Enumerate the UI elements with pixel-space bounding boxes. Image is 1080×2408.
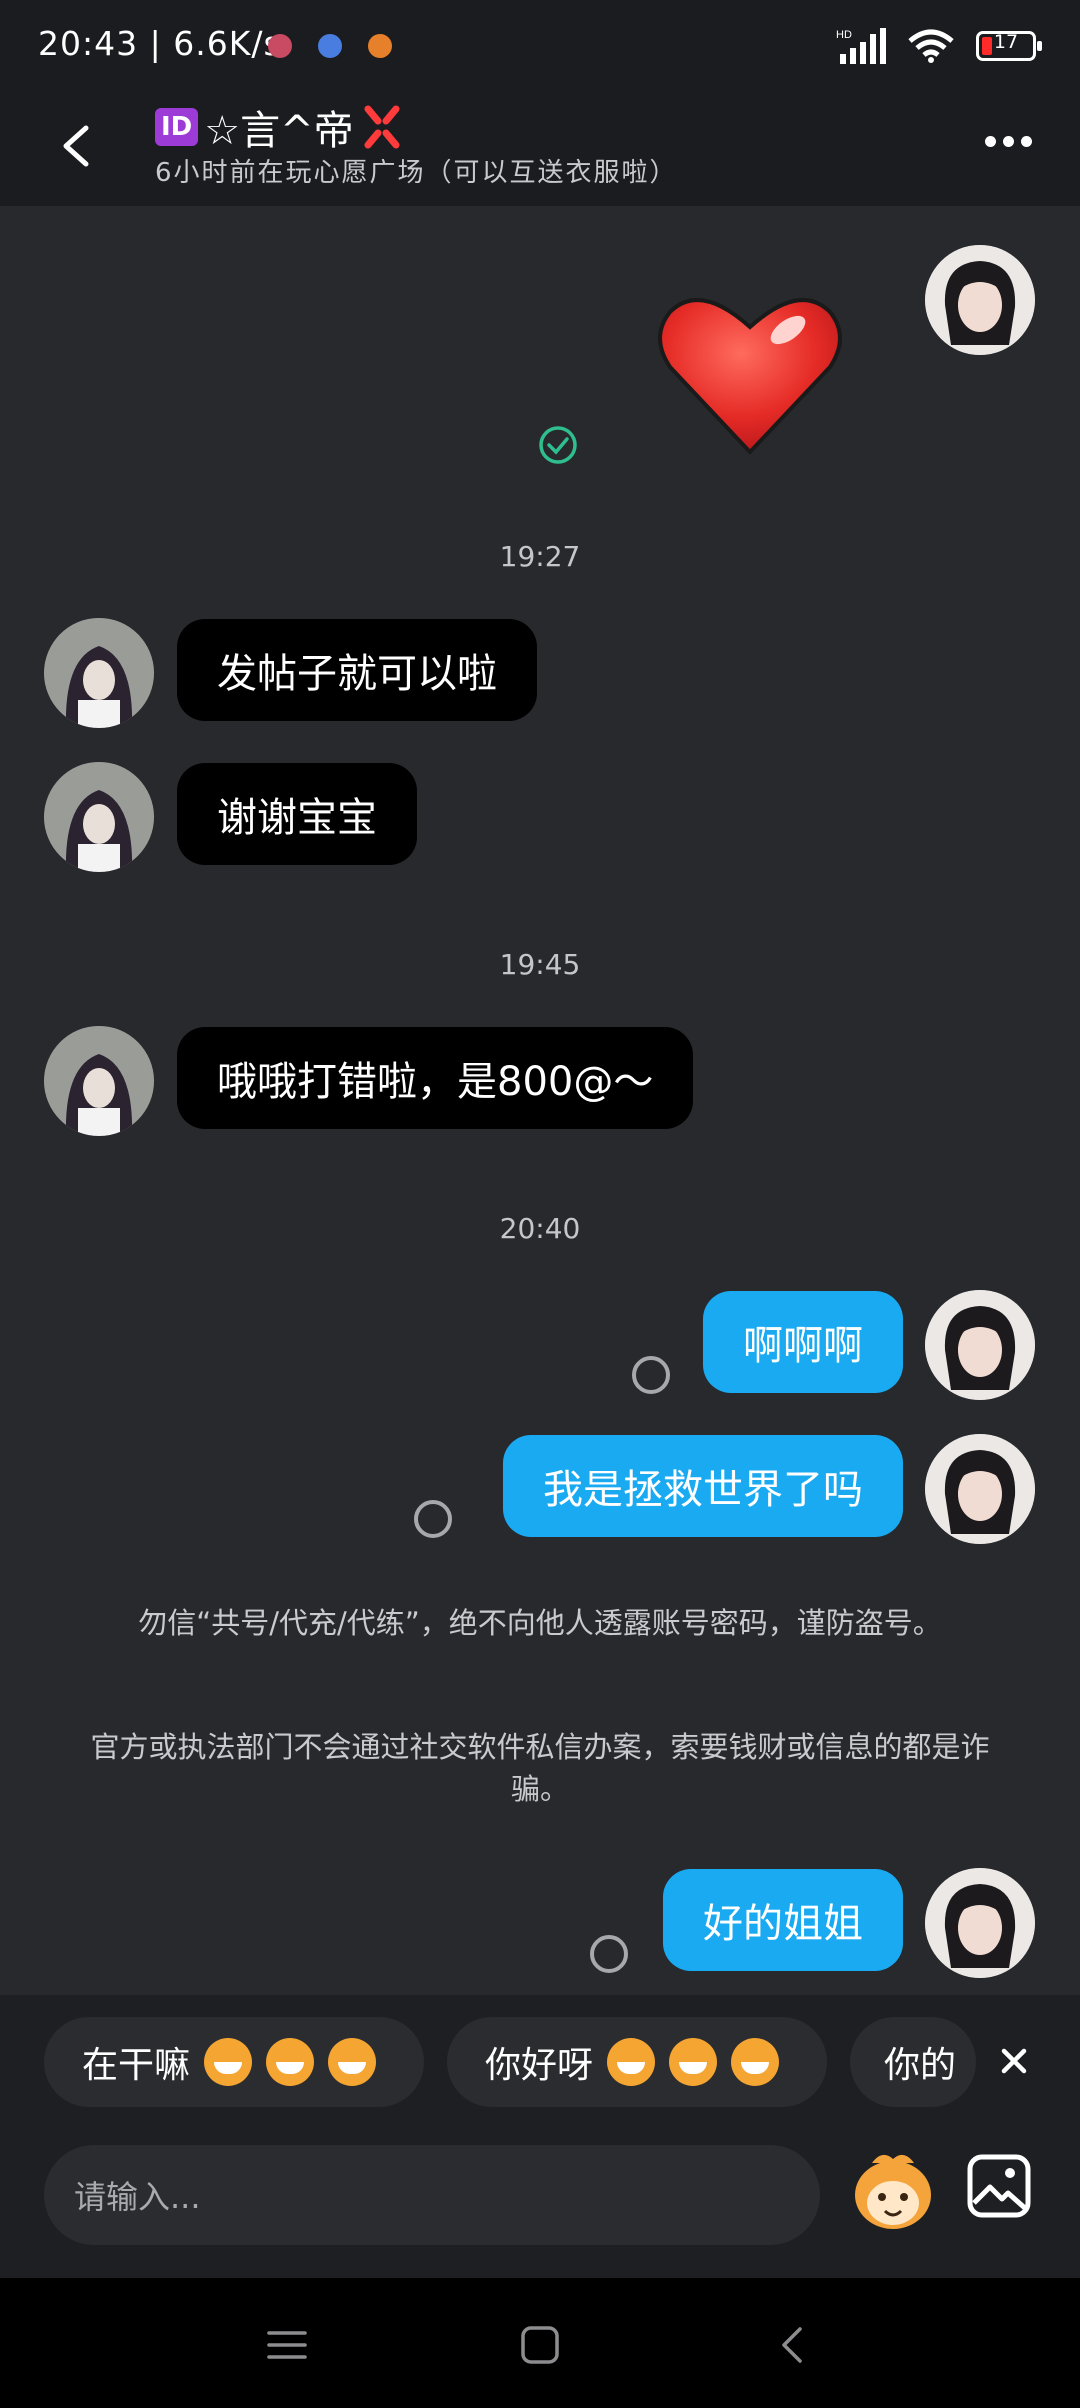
grin-monkey-icon bbox=[328, 2038, 377, 2086]
grin-monkey-icon bbox=[266, 2038, 315, 2086]
status-indicators: HD 17 bbox=[836, 28, 1042, 64]
read-check-icon bbox=[539, 426, 577, 464]
clock: 20:43 bbox=[38, 24, 139, 63]
quick-reply-chip[interactable]: 在干嘛 bbox=[44, 2017, 424, 2107]
system-nav-bar bbox=[0, 2278, 1080, 2408]
message-bubble-sent[interactable]: 啊啊啊 bbox=[703, 1291, 903, 1393]
battery-level: 17 bbox=[993, 31, 1019, 53]
message-bubble-received[interactable]: 谢谢宝宝 bbox=[177, 763, 417, 865]
chat-header: ID ☆言^帝 6小时前在玩心愿广场（可以互送衣服啦） bbox=[0, 96, 1080, 206]
message-bubble-received[interactable]: 发帖子就可以啦 bbox=[177, 619, 537, 721]
curious-monkey-icon bbox=[607, 2038, 656, 2086]
wifi-icon bbox=[908, 29, 954, 63]
unread-indicator bbox=[414, 1500, 452, 1538]
battery-icon: 17 bbox=[976, 31, 1042, 61]
network-speed: 6.6K/s bbox=[173, 24, 282, 63]
security-notice: 勿信“共号/代充/代练”，绝不向他人透露账号密码，谨防盗号。 bbox=[138, 1606, 942, 1640]
close-icon[interactable] bbox=[994, 2041, 1034, 2081]
self-avatar[interactable] bbox=[925, 245, 1035, 355]
unread-indicator bbox=[590, 1935, 628, 1973]
contact-avatar[interactable] bbox=[44, 762, 154, 872]
menu-icon[interactable] bbox=[265, 2323, 309, 2367]
contact-status: 6小时前在玩心愿广场（可以互送衣服啦） bbox=[155, 158, 678, 188]
home-icon[interactable] bbox=[518, 2323, 562, 2367]
contact-avatar[interactable] bbox=[44, 618, 154, 728]
anger-emoji-icon bbox=[364, 105, 400, 149]
quick-reply-chip[interactable]: 你好呀 bbox=[447, 2017, 827, 2107]
curious-monkey-icon bbox=[669, 2038, 718, 2086]
unread-indicator bbox=[632, 1356, 670, 1394]
self-avatar[interactable] bbox=[925, 1290, 1035, 1400]
quick-reply-bar: 在干嘛 你好呀 你的 bbox=[0, 1995, 1080, 2135]
message-bubble-sent[interactable]: 好的姐姐 bbox=[663, 1869, 903, 1971]
curious-monkey-icon bbox=[731, 2038, 780, 2086]
app-notification-icon bbox=[368, 34, 392, 58]
contact-name-text: ☆言^帝 bbox=[204, 108, 354, 154]
back-nav-icon[interactable] bbox=[772, 2323, 816, 2367]
timestamp: 19:27 bbox=[499, 540, 581, 573]
app-notification-icon bbox=[268, 34, 292, 58]
fraud-notice: 官方或执法部门不会通过社交软件私信办案，索要钱财或信息的都是诈骗。 bbox=[90, 1730, 990, 1806]
self-avatar[interactable] bbox=[925, 1434, 1035, 1544]
message-bubble-received[interactable]: 哦哦打错啦，是800@～ bbox=[177, 1027, 694, 1129]
contact-name[interactable]: ID ☆言^帝 bbox=[155, 98, 404, 156]
back-icon[interactable] bbox=[48, 116, 108, 176]
timestamp: 20:40 bbox=[499, 1212, 581, 1245]
app-notification-icon bbox=[318, 34, 342, 58]
composer: 请输入... bbox=[0, 2135, 1080, 2278]
status-time: 20:43 | 6.6K/s bbox=[38, 24, 282, 63]
message-bubble-sent[interactable]: 我是拯救世界了吗 bbox=[503, 1435, 903, 1537]
contact-avatar[interactable] bbox=[44, 1026, 154, 1136]
id-badge: ID bbox=[155, 108, 199, 146]
mascot-emoji-icon[interactable] bbox=[852, 2147, 934, 2233]
status-bar: 20:43 | 6.6K/s HD 17 bbox=[0, 0, 1080, 96]
more-icon[interactable] bbox=[985, 136, 1032, 147]
timestamp: 19:45 bbox=[499, 948, 581, 981]
quick-reply-chip[interactable]: 你的 bbox=[850, 2017, 976, 2107]
gallery-icon[interactable] bbox=[966, 2153, 1032, 2219]
grin-monkey-icon bbox=[204, 2038, 253, 2086]
self-avatar[interactable] bbox=[925, 1868, 1035, 1978]
heart-sticker[interactable] bbox=[650, 282, 850, 462]
signal-icon: HD bbox=[836, 28, 886, 64]
svg-text:HD: HD bbox=[836, 29, 852, 41]
message-input[interactable]: 请输入... bbox=[44, 2145, 820, 2245]
notification-icons bbox=[268, 34, 392, 58]
